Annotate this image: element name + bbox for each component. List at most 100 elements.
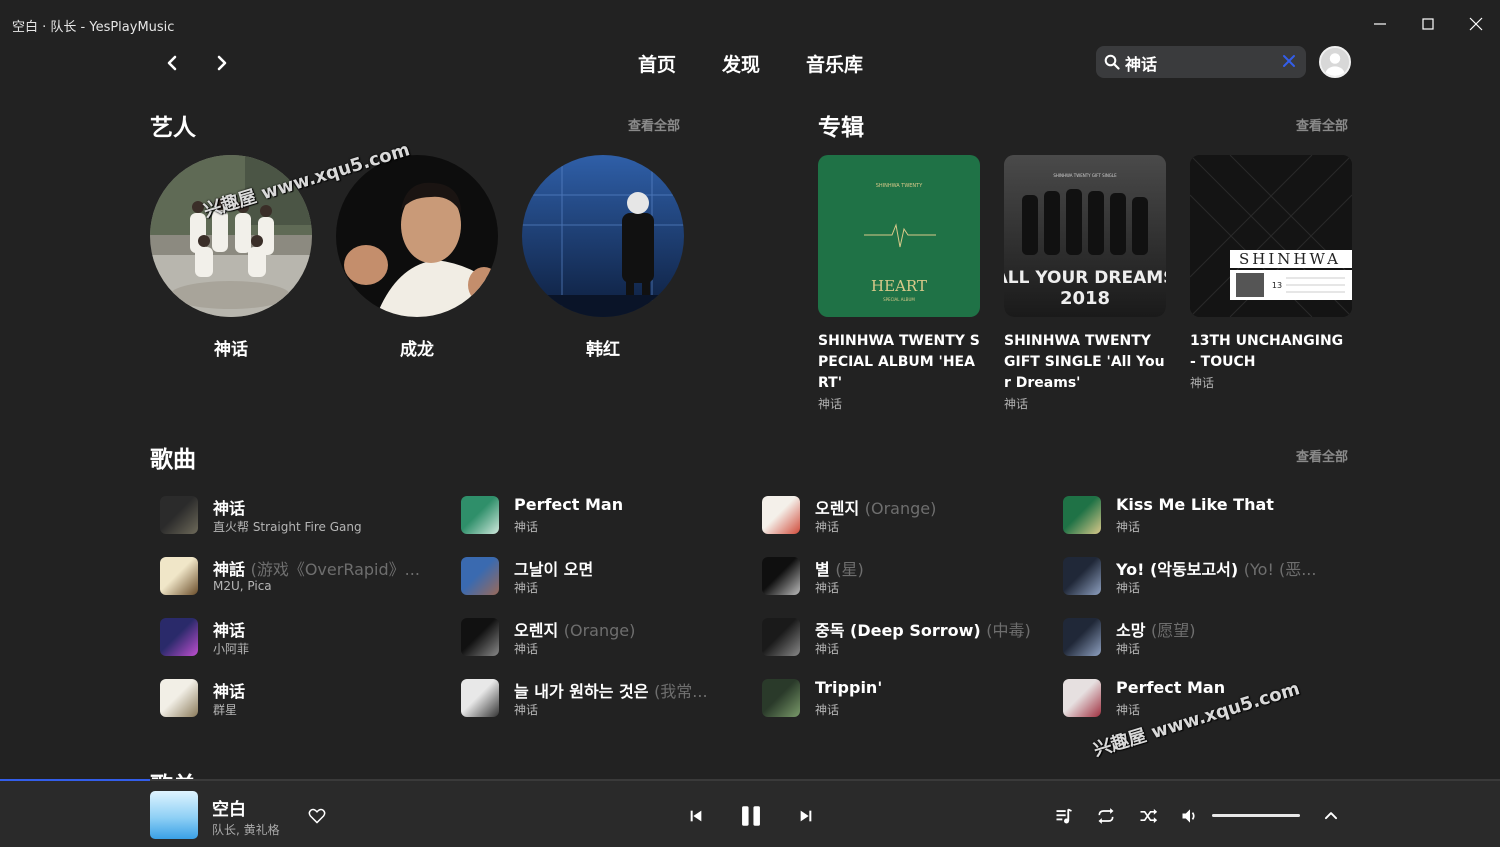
song-item[interactable]: Perfect Man 神话 (451, 493, 741, 539)
song-item[interactable]: 그날이 오면 神话 (451, 554, 741, 600)
album-artist[interactable]: 神话 (1004, 395, 1166, 412)
clear-search-icon[interactable] (1282, 54, 1296, 68)
now-playing-artist[interactable]: 队长, 黄礼格 (212, 821, 280, 838)
song-title[interactable]: 神话 (213, 678, 245, 702)
song-title[interactable]: 神话 (213, 617, 245, 641)
artist-card[interactable]: 韩红 (522, 155, 684, 360)
nav-home[interactable]: 首页 (638, 50, 676, 77)
song-title[interactable]: 오렌지 (Orange) (514, 617, 635, 641)
forward-button[interactable] (207, 48, 237, 78)
song-artist[interactable]: 神话 (1116, 701, 1140, 718)
expand-lyrics-button[interactable] (1320, 805, 1342, 827)
song-title[interactable]: 늘 내가 원하는 것은 (我常... (514, 678, 708, 702)
now-playing-cover[interactable] (150, 791, 198, 839)
album-card[interactable]: SHINHWA TWENTY GIFT SINGLE ALL YOUR DREA… (1004, 155, 1166, 412)
song-cover[interactable] (461, 557, 499, 595)
song-cover[interactable] (762, 557, 800, 595)
song-cover[interactable] (1063, 557, 1101, 595)
song-cover[interactable] (461, 496, 499, 534)
song-artist[interactable]: 神话 (514, 579, 538, 596)
artists-see-all-link[interactable]: 查看全部 (628, 115, 680, 134)
artist-card[interactable]: 成龙 (336, 155, 498, 360)
album-cover[interactable]: SHINHWA TWENTY HEART SPECIAL ALBUM (818, 155, 980, 317)
song-cover[interactable] (461, 618, 499, 656)
close-button[interactable] (1453, 8, 1499, 40)
song-item[interactable]: 소망 (愿望) 神话 (1053, 615, 1343, 661)
album-card[interactable]: SHINHWA TWENTY HEART SPECIAL ALBUM SHINH… (818, 155, 980, 412)
user-avatar[interactable] (1319, 46, 1351, 78)
song-artist[interactable]: 神话 (815, 579, 839, 596)
shuffle-button[interactable] (1136, 804, 1160, 828)
song-item[interactable]: 오렌지 (Orange) 神话 (752, 493, 1042, 539)
album-name[interactable]: 13TH UNCHANGING - TOUCH (1190, 331, 1352, 373)
song-cover[interactable] (1063, 679, 1101, 717)
like-button[interactable] (306, 805, 328, 827)
artist-photo[interactable] (336, 155, 498, 317)
album-name[interactable]: SHINHWA TWENTY GIFT SINGLE 'All Your Dre… (1004, 331, 1166, 394)
song-title[interactable]: 소망 (愿望) (1116, 617, 1196, 641)
song-artist[interactable]: 神话 (1116, 518, 1140, 535)
progress-track[interactable] (0, 779, 1500, 781)
song-cover[interactable] (762, 618, 800, 656)
song-title[interactable]: 중독 (Deep Sorrow) (中毒) (815, 617, 1030, 641)
song-title[interactable]: Perfect Man (1116, 678, 1225, 697)
song-title[interactable]: Yo! (악동보고서) (Yo! (恶... (1116, 556, 1316, 580)
song-item[interactable]: Yo! (악동보고서) (Yo! (恶... 神话 (1053, 554, 1343, 600)
song-cover[interactable] (762, 679, 800, 717)
song-artist[interactable]: 神话 (514, 518, 538, 535)
nav-explore[interactable]: 发现 (722, 50, 760, 77)
song-item[interactable]: 神话 小阿菲 (150, 615, 440, 661)
album-artist[interactable]: 神话 (818, 395, 980, 412)
song-artist[interactable]: 神话 (815, 701, 839, 718)
song-item[interactable]: 별 (星) 神话 (752, 554, 1042, 600)
song-title[interactable]: Trippin' (815, 678, 882, 697)
songs-see-all-link[interactable]: 查看全部 (1296, 446, 1348, 465)
song-title[interactable]: Kiss Me Like That (1116, 495, 1274, 514)
album-cover[interactable]: SHINHWA TWENTY GIFT SINGLE ALL YOUR DREA… (1004, 155, 1166, 317)
song-item[interactable]: 오렌지 (Orange) 神话 (451, 615, 741, 661)
song-cover[interactable] (160, 618, 198, 656)
song-title[interactable]: 별 (星) (815, 556, 864, 580)
artist-photo[interactable] (522, 155, 684, 317)
song-artist[interactable]: 神话 (815, 518, 839, 535)
back-button[interactable] (157, 48, 187, 78)
album-card[interactable]: SHINHWA 13 13TH UNCHANGING - TOUCH 神话 (1190, 155, 1352, 391)
song-item[interactable]: Trippin' 神话 (752, 676, 1042, 722)
song-artist[interactable]: 神话 (514, 701, 538, 718)
pause-button[interactable] (735, 800, 767, 832)
song-cover[interactable] (762, 496, 800, 534)
song-artist[interactable]: 神话 (815, 640, 839, 657)
song-item[interactable]: 神話 (游戏《OverRapid》... M2U, Pica (150, 554, 440, 600)
song-artist[interactable]: 群星 (213, 701, 237, 718)
next-button[interactable] (794, 804, 818, 828)
song-cover[interactable] (160, 557, 198, 595)
previous-button[interactable] (684, 804, 708, 828)
album-name[interactable]: SHINHWA TWENTY SPECIAL ALBUM 'HEART' (818, 331, 980, 394)
song-cover[interactable] (160, 679, 198, 717)
maximize-button[interactable] (1405, 8, 1451, 40)
song-artist[interactable]: M2U, Pica (213, 579, 272, 593)
song-item[interactable]: Kiss Me Like That 神话 (1053, 493, 1343, 539)
song-artist[interactable]: 神话 (514, 640, 538, 657)
search-input[interactable]: 神话 (1096, 46, 1306, 78)
repeat-button[interactable] (1094, 804, 1118, 828)
song-cover[interactable] (1063, 496, 1101, 534)
song-item[interactable]: 神话 直火帮 Straight Fire Gang (150, 493, 440, 539)
album-cover[interactable]: SHINHWA 13 (1190, 155, 1352, 317)
song-title[interactable]: 오렌지 (Orange) (815, 495, 936, 519)
now-playing-title[interactable]: 空白 (212, 795, 246, 820)
song-artist[interactable]: 小阿菲 (213, 640, 249, 657)
song-artist[interactable]: 神话 (1116, 579, 1140, 596)
song-artist[interactable]: 直火帮 Straight Fire Gang (213, 518, 362, 535)
song-item[interactable]: 중독 (Deep Sorrow) (中毒) 神话 (752, 615, 1042, 661)
song-title[interactable]: 그날이 오면 (514, 556, 593, 580)
song-item[interactable]: 늘 내가 원하는 것은 (我常... 神话 (451, 676, 741, 722)
nav-library[interactable]: 音乐库 (806, 50, 863, 77)
song-artist[interactable]: 神话 (1116, 640, 1140, 657)
minimize-button[interactable] (1357, 8, 1403, 40)
song-item[interactable]: 神话 群星 (150, 676, 440, 722)
song-cover[interactable] (1063, 618, 1101, 656)
album-artist[interactable]: 神话 (1190, 374, 1352, 391)
song-title[interactable]: Perfect Man (514, 495, 623, 514)
albums-see-all-link[interactable]: 查看全部 (1296, 115, 1348, 134)
